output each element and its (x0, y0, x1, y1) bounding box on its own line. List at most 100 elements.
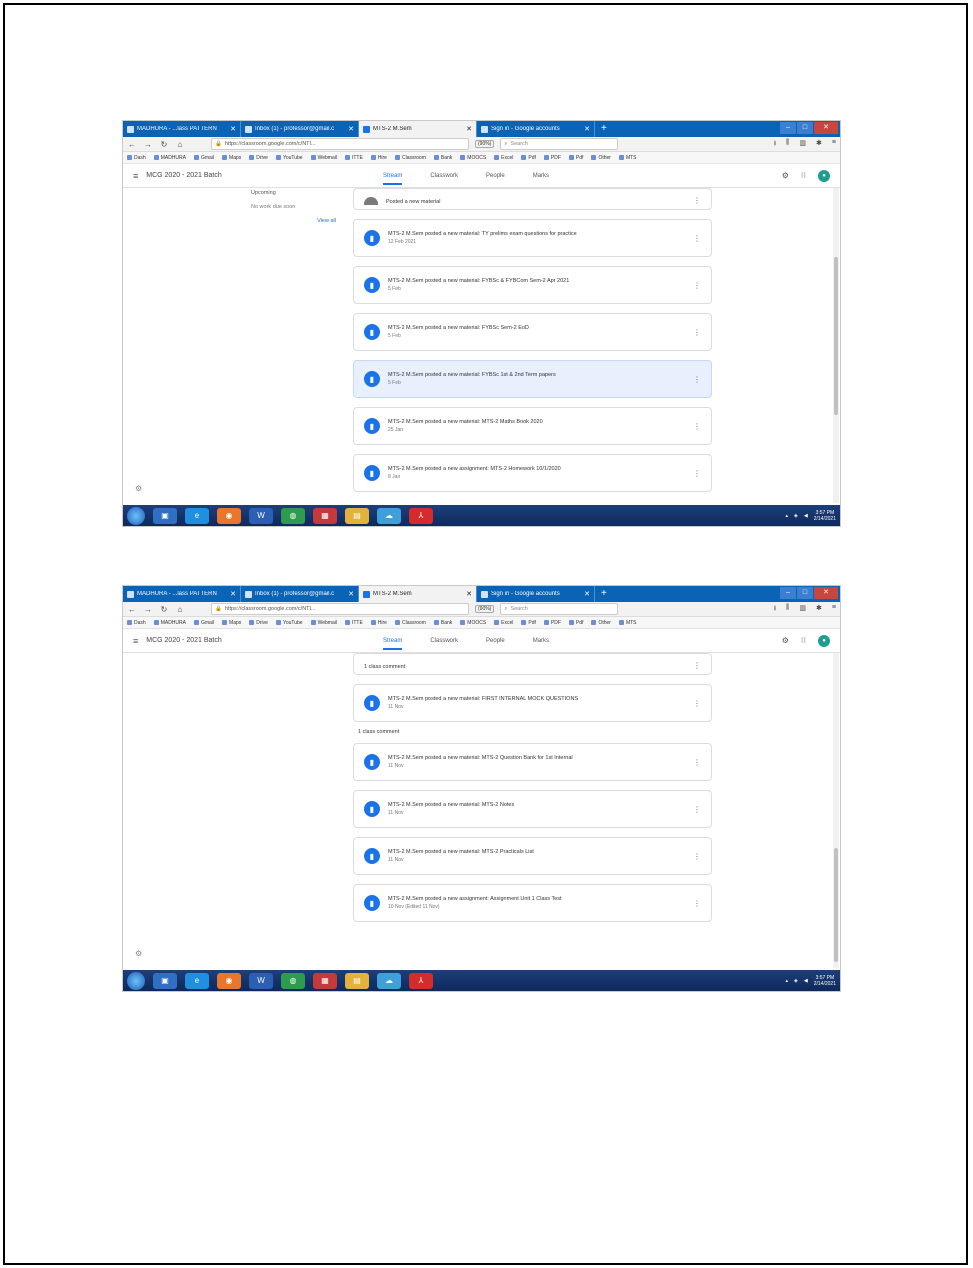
stream-post-card[interactable]: ▮ MTS-2 M.Sem posted a new material: FIRS… (353, 684, 712, 722)
minimize-button[interactable]: ‒ (780, 122, 796, 134)
browser-tab[interactable]: MADHURA - ...lass PATTERN ✕ (123, 121, 241, 137)
folder-icon[interactable]: ▤ (345, 972, 369, 989)
bookmark-item[interactable]: Pdf (569, 155, 584, 161)
weather-icon[interactable]: ☁ (377, 507, 401, 524)
browser-tab[interactable]: Sign in - Google accounts ✕ (477, 586, 595, 602)
tab-classwork[interactable]: Classwork (430, 173, 458, 179)
more-options-icon[interactable]: ⋮ (693, 422, 701, 431)
stream-post-card[interactable]: ▮ MTS-2 M.Sem posted a new material: MTS-… (353, 407, 712, 445)
bookmark-item[interactable]: Dash (127, 620, 146, 626)
bookmark-item[interactable]: Other (591, 620, 611, 626)
weather-icon[interactable]: ☁ (377, 972, 401, 989)
bookmark-item[interactable]: YouTube (276, 155, 303, 161)
help-settings-icon[interactable]: ⚙ (135, 484, 142, 493)
bookmark-item[interactable]: Gmail (194, 620, 214, 626)
download-icon[interactable]: ⭳ (774, 604, 776, 615)
tab-marks[interactable]: Marks (533, 173, 549, 179)
volume-icon[interactable]: ◀ (804, 513, 808, 519)
apps-grid-icon[interactable]: ⁝⁝ (801, 636, 806, 645)
file-explorer-icon[interactable]: ▣ (153, 972, 177, 989)
clock[interactable]: 3:57 PM 2/14/2021 (814, 975, 836, 987)
close-icon[interactable]: ✕ (466, 590, 472, 598)
browser-tab[interactable]: Inbox (1) - professor@gmail.c ✕ (241, 586, 359, 602)
more-options-icon[interactable]: ⋮ (693, 375, 701, 384)
back-button[interactable]: ← (127, 605, 137, 614)
stream-post-card[interactable]: Posted a new material ⋮ (353, 188, 712, 210)
bookmark-item[interactable]: Pdf (521, 620, 536, 626)
stream-post-card[interactable]: ▮ MTS-2 M.Sem posted a new material: FYBS… (353, 360, 712, 398)
sidebar-icon[interactable]: ▥ (799, 604, 806, 615)
bookmark-item[interactable]: MTS (619, 620, 637, 626)
bookmark-item[interactable]: Excel (494, 620, 513, 626)
close-icon[interactable]: ✕ (348, 125, 354, 133)
bookmark-item[interactable]: Excel (494, 155, 513, 161)
bookmark-item[interactable]: PDF (544, 620, 561, 626)
stream-post-card[interactable]: ▮ MTS-2 M.Sem posted a new assignment: As… (353, 884, 712, 922)
more-options-icon[interactable]: ⋮ (693, 234, 701, 243)
stream-post-card[interactable]: ▮ MTS-2 M.Sem posted a new assignment: MT… (353, 454, 712, 492)
more-options-icon[interactable]: ⋮ (693, 899, 701, 908)
new-tab-button[interactable]: + (595, 586, 613, 602)
bookmark-item[interactable]: Other (591, 155, 611, 161)
address-bar[interactable]: 🔒 https://classroom.google.com/c/NTI... (211, 603, 469, 615)
bookmark-item[interactable]: MOOCS (460, 155, 486, 161)
start-button-icon[interactable] (127, 506, 145, 525)
search-input[interactable]: ⌕ Search (500, 138, 619, 150)
bookmark-item[interactable]: MADHURA (154, 620, 186, 626)
media-icon[interactable]: ▦ (313, 972, 337, 989)
tray-arrow-icon[interactable]: ▴ (786, 978, 789, 984)
stream-post-card[interactable]: ▮ MTS-2 M.Sem posted a new material: MTS-… (353, 743, 712, 781)
extension-icon[interactable]: ✱ (816, 139, 822, 150)
stream-post-card[interactable]: ▮ MTS-2 M.Sem posted a new material: FYBS… (353, 266, 712, 304)
ie-icon[interactable]: e (185, 507, 209, 524)
extension-icon[interactable]: ✱ (816, 604, 822, 615)
class-comment-label[interactable]: 1 class comment (358, 729, 712, 735)
bookmark-item[interactable]: Webmail (311, 155, 337, 161)
more-options-icon[interactable]: ⋮ (693, 758, 701, 767)
firefox-icon[interactable]: ◉ (217, 507, 241, 524)
bookmark-item[interactable]: Drive (249, 620, 268, 626)
tab-stream[interactable]: Stream (383, 638, 403, 650)
scrollbar[interactable] (833, 188, 839, 503)
more-options-icon[interactable]: ⋮ (693, 852, 701, 861)
library-icon[interactable]: ⫼ (786, 604, 789, 615)
browser-tab[interactable]: Inbox (1) - professor@gmail.c ✕ (241, 121, 359, 137)
bookmark-item[interactable]: Hire (371, 620, 387, 626)
more-options-icon[interactable]: ⋮ (693, 661, 701, 670)
tab-marks[interactable]: Marks (533, 638, 549, 644)
hamburger-menu-icon[interactable]: ≡ (133, 636, 138, 646)
close-window-button[interactable]: ✕ (814, 122, 838, 134)
more-options-icon[interactable]: ⋮ (693, 469, 701, 478)
reload-button[interactable]: ↻ (159, 605, 169, 614)
reload-button[interactable]: ↻ (159, 140, 169, 149)
menu-icon[interactable]: ≡ (832, 139, 836, 150)
tab-stream[interactable]: Stream (383, 173, 403, 185)
library-icon[interactable]: ⫼ (786, 139, 789, 150)
bookmark-item[interactable]: Gmail (194, 155, 214, 161)
browser-tab[interactable]: MTS-2 M.Sem ✕ (359, 121, 477, 137)
network-icon[interactable]: ◈ (794, 513, 798, 519)
close-icon[interactable]: ✕ (584, 590, 590, 598)
avatar[interactable]: ● (818, 634, 830, 647)
bookmark-item[interactable]: Pdf (569, 620, 584, 626)
view-all-link[interactable]: View all (251, 218, 336, 224)
settings-icon[interactable]: ⚙ (782, 636, 789, 645)
scroll-thumb[interactable] (834, 257, 838, 415)
tab-people[interactable]: People (486, 173, 505, 179)
bookmark-item[interactable]: Hire (371, 155, 387, 161)
bookmark-item[interactable]: MOOCS (460, 620, 486, 626)
bookmark-item[interactable]: Maps (222, 155, 241, 161)
acrobat-icon[interactable]: ⅄ (409, 972, 433, 989)
home-icon[interactable]: ⌂ (175, 605, 185, 614)
acrobat-icon[interactable]: ⅄ (409, 507, 433, 524)
bookmark-item[interactable]: Classroom (395, 620, 426, 626)
forward-button[interactable]: → (143, 140, 153, 149)
bookmark-item[interactable]: Classroom (395, 155, 426, 161)
clock[interactable]: 3:57 PM 2/14/2021 (814, 510, 836, 522)
folder-icon[interactable]: ▤ (345, 507, 369, 524)
download-icon[interactable]: ⭳ (774, 139, 776, 150)
tray-arrow-icon[interactable]: ▴ (786, 513, 789, 519)
bookmark-item[interactable]: MADHURA (154, 155, 186, 161)
bookmark-item[interactable]: Bank (434, 620, 452, 626)
class-title[interactable]: MCG 2020 - 2021 Batch (146, 172, 222, 179)
